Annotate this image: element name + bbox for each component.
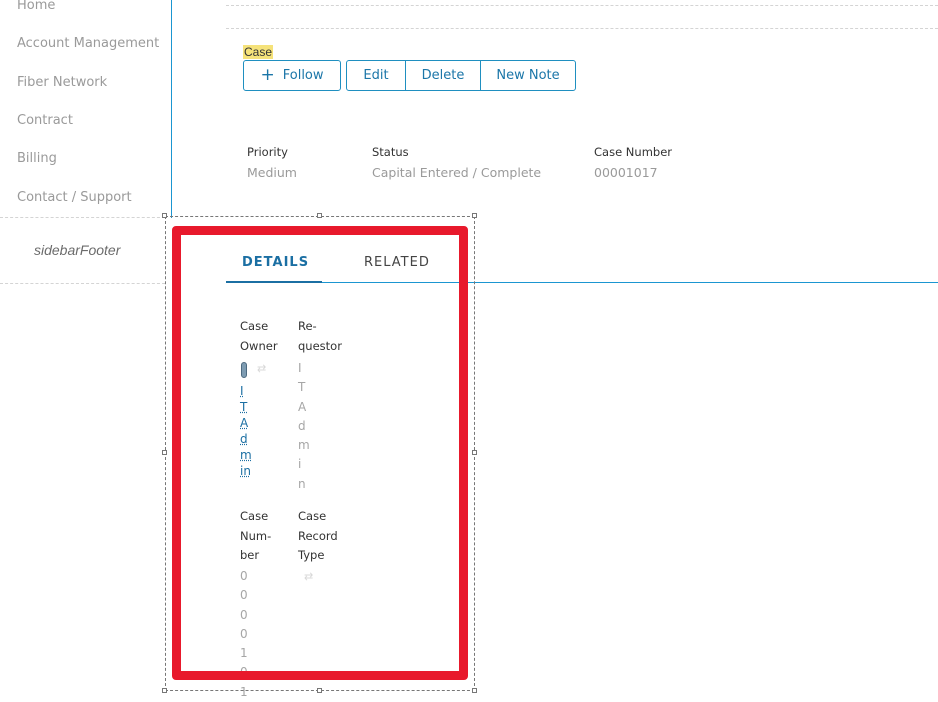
delete-button[interactable]: Delete [405, 60, 481, 91]
sidebar-item-contract[interactable]: Contract [17, 113, 73, 128]
edit-button[interactable]: Edit [346, 60, 406, 91]
sidebar-item-home[interactable]: Home [17, 0, 55, 13]
follow-button[interactable]: + Follow [243, 60, 341, 91]
sidebar-footer-separator [0, 283, 165, 284]
region-separator [226, 5, 938, 6]
sidebar: Home Account Management Fiber Network Co… [0, 0, 172, 695]
status-label: Status [372, 145, 409, 159]
case-number-header-value: 00001017 [594, 165, 658, 180]
resize-handle-bottom-right[interactable] [472, 688, 477, 693]
sidebar-divider [171, 0, 172, 218]
priority-value: Medium [247, 165, 297, 180]
status-value: Capital Entered / Complete [372, 165, 542, 180]
plus-icon: + [260, 65, 275, 85]
record-object-label: Case [243, 45, 274, 59]
resize-handle-right[interactable] [472, 450, 477, 455]
resize-handle-top[interactable] [317, 213, 322, 218]
follow-button-label: Follow [282, 68, 324, 83]
resize-handle-top-left[interactable] [162, 213, 167, 218]
sidebar-separator [0, 217, 165, 218]
sidebar-item-contact-support[interactable]: Contact / Support [17, 190, 132, 205]
priority-label: Priority [247, 145, 288, 159]
new-note-button[interactable]: New Note [480, 60, 576, 91]
highlight-annotation-box [172, 226, 468, 680]
resize-handle-top-right[interactable] [472, 213, 477, 218]
case-number-header-label: Case Number [594, 145, 672, 159]
sidebar-footer: sidebarFooter [34, 242, 121, 258]
resize-handle-bottom-left[interactable] [162, 688, 167, 693]
header-region-top [226, 28, 938, 29]
resize-handle-left[interactable] [162, 450, 167, 455]
resize-handle-bottom[interactable] [317, 688, 322, 693]
sidebar-item-account-management[interactable]: Account Management [17, 36, 159, 51]
sidebar-item-billing[interactable]: Billing [17, 151, 57, 166]
sidebar-item-fiber-network[interactable]: Fiber Network [17, 75, 107, 90]
